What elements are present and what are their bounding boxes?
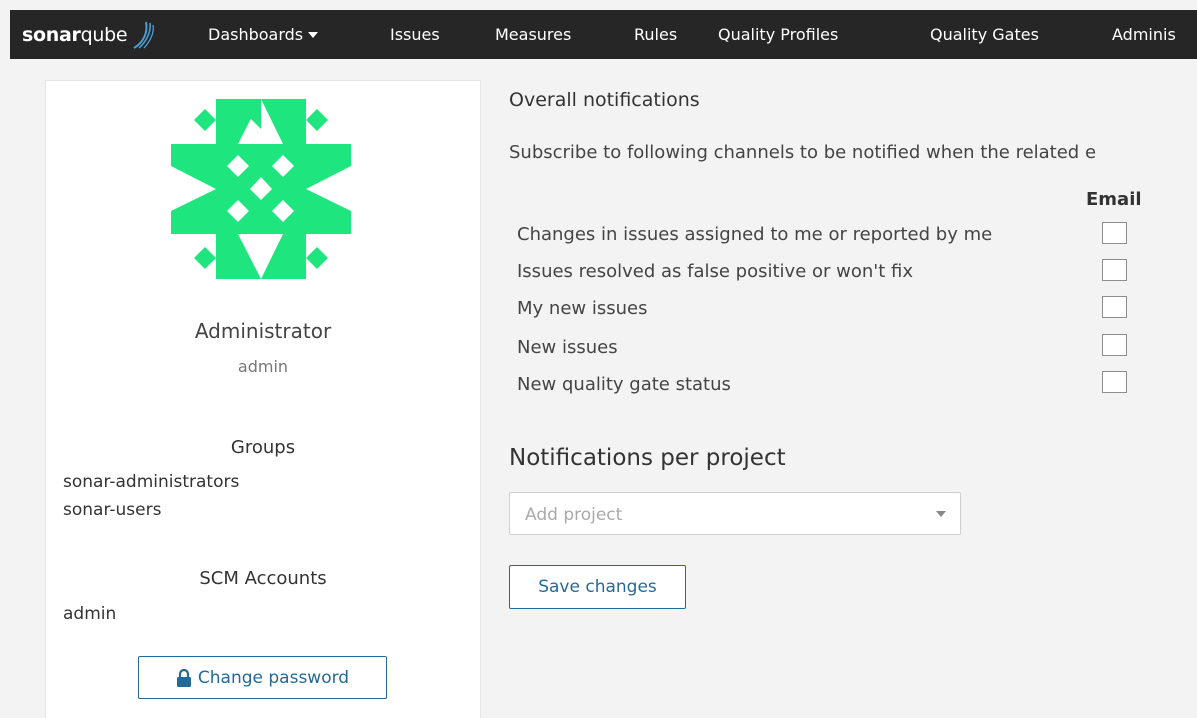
notification-label: Changes in issues assigned to me or repo… <box>517 224 993 245</box>
notification-label: My new issues <box>517 298 648 319</box>
groups-title: Groups <box>230 437 296 458</box>
subscribe-description: Subscribe to following channels to be no… <box>509 142 1097 163</box>
nav-issues[interactable]: Issues <box>390 10 440 59</box>
group-item: sonar-administrators <box>63 472 240 492</box>
lock-icon <box>176 668 191 687</box>
overall-notifications-title: Overall notifications <box>509 89 700 111</box>
add-project-placeholder: Add project <box>525 505 623 525</box>
email-checkbox[interactable] <box>1102 371 1127 393</box>
sonarqube-logo[interactable]: sonar qube <box>22 10 155 59</box>
avatar-pattern <box>171 99 351 279</box>
email-checkbox[interactable] <box>1102 296 1127 318</box>
group-item: sonar-users <box>63 500 162 520</box>
nav-rules[interactable]: Rules <box>634 10 677 59</box>
email-checkbox[interactable] <box>1102 334 1127 356</box>
nav-measures[interactable]: Measures <box>495 10 571 59</box>
notification-label: New issues <box>517 337 618 358</box>
scm-accounts-title: SCM Accounts <box>199 568 327 589</box>
email-checkbox[interactable] <box>1102 259 1127 281</box>
sonar-waves-icon <box>133 21 155 49</box>
user-display-name: Administrator <box>194 319 332 343</box>
notifications-per-project-title: Notifications per project <box>509 445 786 471</box>
change-password-label: Change password <box>197 667 350 688</box>
user-login: admin <box>237 357 289 376</box>
top-navbar: sonar qube Dashboards Issues Measures Rul… <box>10 10 1197 59</box>
save-changes-button[interactable]: Save changes <box>509 565 686 609</box>
nav-quality-gates[interactable]: Quality Gates <box>930 10 1039 59</box>
add-project-select[interactable]: Add project <box>509 492 961 535</box>
email-checkbox[interactable] <box>1102 222 1127 244</box>
logo-text-bold: sonar <box>22 23 81 46</box>
nav-quality-profiles[interactable]: Quality Profiles <box>718 10 838 59</box>
nav-dashboards-label: Dashboards <box>208 25 304 44</box>
nav-administration[interactable]: Adminis <box>1112 10 1176 59</box>
email-column-header: Email <box>1086 189 1142 210</box>
scm-account-item: admin <box>63 604 117 624</box>
chevron-down-icon <box>936 511 946 517</box>
avatar <box>171 99 351 279</box>
notification-label: Issues resolved as false positive or won… <box>517 261 913 282</box>
logo-text-rest: qube <box>80 23 128 46</box>
notification-label: New quality gate status <box>517 374 731 395</box>
change-password-button[interactable]: Change password <box>138 656 387 699</box>
user-profile-panel: Administrator admin Groups sonar-adminis… <box>45 80 481 718</box>
caret-down-icon <box>308 31 319 38</box>
nav-dashboards[interactable]: Dashboards <box>208 10 319 59</box>
